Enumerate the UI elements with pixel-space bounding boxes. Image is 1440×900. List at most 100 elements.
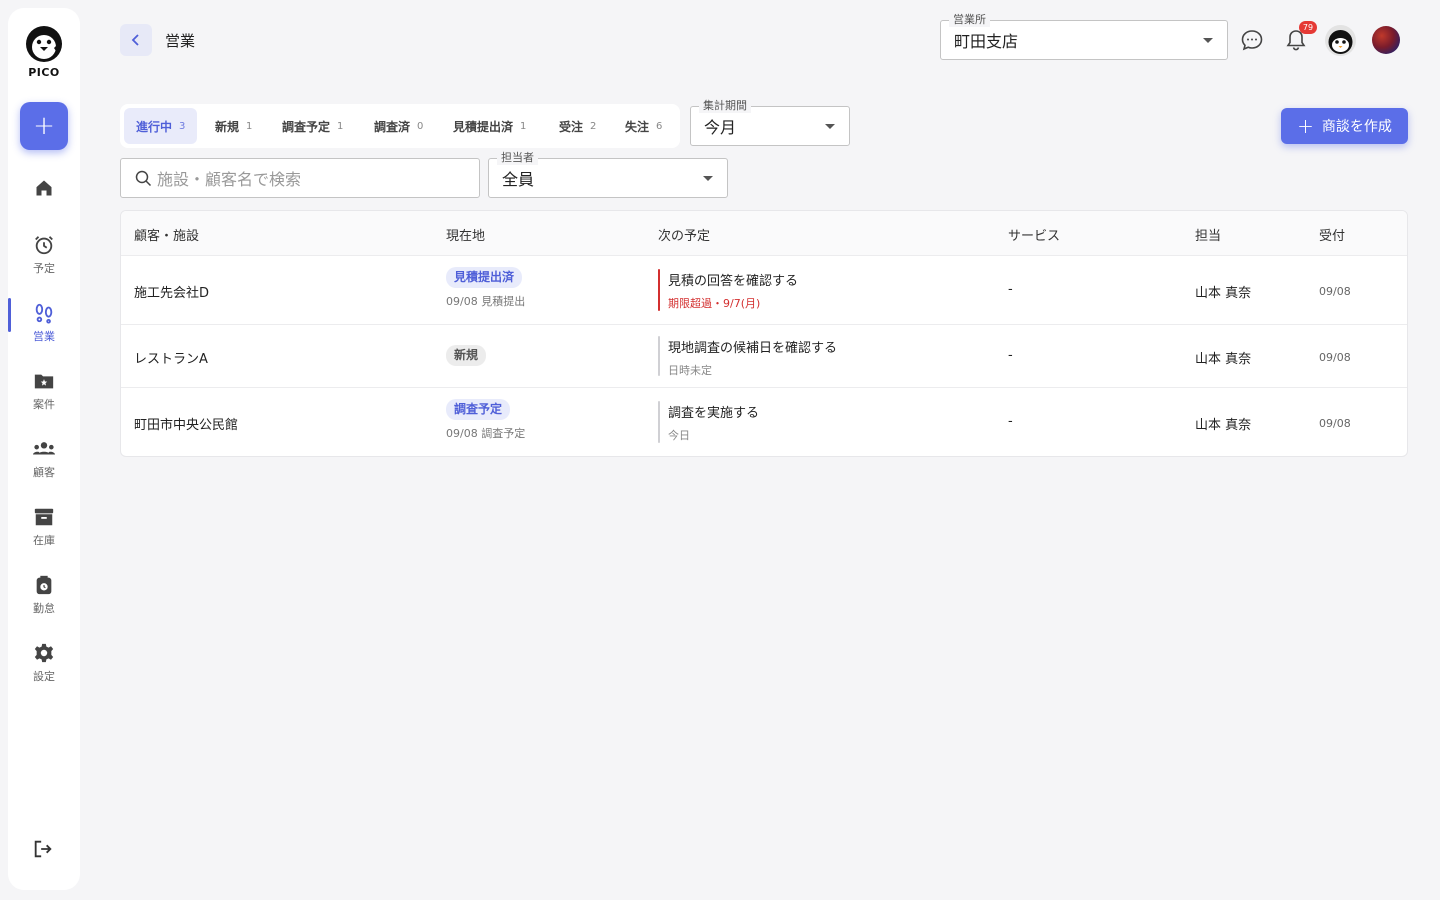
penguin-avatar-icon [1328, 30, 1353, 54]
assignee-select-value: 全員 [502, 170, 535, 189]
tab-surveyed[interactable]: 調査済 0 [362, 108, 435, 144]
logo-text: PICO [28, 66, 60, 79]
sidebar-item-settings[interactable]: 設定 [8, 642, 80, 684]
next-task-due: 日時未定 [668, 364, 712, 377]
sidebar-item-label: 勤怠 [33, 602, 55, 615]
footprints-icon [35, 303, 53, 324]
sidebar-item-home[interactable] [8, 178, 80, 198]
service-value: - [1008, 414, 1013, 429]
tab-count: 6 [656, 120, 663, 132]
period-select-value: 今月 [704, 118, 737, 137]
quick-add-button[interactable]: + [20, 102, 68, 150]
tab-won[interactable]: 受注 2 [547, 108, 608, 144]
assignee-select[interactable]: 担当者 全員 [488, 151, 728, 198]
owner-name: 山本 真奈 [1195, 418, 1252, 433]
tab-count: 3 [179, 120, 186, 132]
search-box [120, 158, 480, 198]
tab-label: 調査予定 [282, 119, 331, 134]
penguin-avatar[interactable] [1325, 25, 1356, 56]
user-avatar[interactable] [1372, 26, 1400, 54]
tab-count: 1 [520, 120, 527, 132]
tab-count: 0 [417, 120, 424, 132]
status-tabs: 進行中 3 新規 1 調査予定 1 調査済 0 見積提出済 1 受注 2 失注 6 [120, 104, 680, 148]
period-select-label: 集計期間 [699, 99, 751, 113]
timecard-icon [36, 575, 52, 595]
customer-name: レストランA [134, 352, 208, 367]
chat-bubble-icon [1241, 30, 1263, 51]
next-task-cell: 現地調査の候補日を確認する 日時未定 [668, 337, 837, 378]
table-row[interactable]: 施工先会社D 見積提出済 09/08 見積提出 見積の回答を確認する 期限超過・… [121, 256, 1407, 325]
next-task-title: 見積の回答を確認する [668, 274, 799, 289]
status-cell: 調査予定 09/08 調査予定 [446, 399, 525, 441]
tab-lost[interactable]: 失注 6 [613, 108, 674, 144]
column-header-received[interactable]: 受付 [1319, 225, 1345, 244]
column-header-status[interactable]: 現在地 [446, 225, 485, 244]
sidebar-item-projects[interactable]: 案件 [8, 370, 80, 412]
sidebar-item-label: 顧客 [33, 466, 55, 479]
assignee-select-label: 担当者 [497, 151, 538, 165]
status-subtext: 09/08 見積提出 [446, 295, 526, 308]
sidebar-item-sales[interactable]: 営業 [8, 302, 80, 344]
received-date: 09/08 [1319, 351, 1351, 364]
sidebar-item-label: 案件 [33, 398, 55, 411]
next-task-title: 調査を実施する [668, 406, 760, 421]
next-task-cell: 調査を実施する 今日 [668, 402, 759, 443]
overdue-indicator [658, 269, 660, 311]
table-row[interactable]: 町田市中央公民館 調査予定 09/08 調査予定 調査を実施する 今日 - 山本… [121, 388, 1407, 456]
sidebar-item-schedule[interactable]: 予定 [8, 234, 80, 276]
sidebar-item-inventory[interactable]: 在庫 [8, 506, 80, 548]
table-row[interactable]: レストランA 新規 現地調査の候補日を確認する 日時未定 - 山本 真奈 09/… [121, 325, 1407, 388]
back-button[interactable] [120, 24, 152, 56]
next-task-cell: 見積の回答を確認する 期限超過・9/7(月) [668, 270, 798, 311]
sidebar-item-label: 予定 [33, 262, 55, 275]
chevron-down-icon [703, 176, 713, 181]
chevron-down-icon [1203, 38, 1213, 43]
logout-icon [34, 840, 52, 858]
schedule-indicator [658, 401, 660, 443]
tab-label: 失注 [625, 119, 650, 134]
sidebar-item-attendance[interactable]: 勤怠 [8, 574, 80, 616]
status-cell: 見積提出済 09/08 見積提出 [446, 267, 525, 309]
sidebar-item-customers[interactable]: 顧客 [8, 438, 80, 480]
chevron-left-icon [131, 34, 139, 46]
archive-box-icon [34, 508, 54, 526]
office-select-value: 町田支店 [954, 32, 1019, 51]
search-input[interactable] [157, 167, 467, 191]
tab-in-progress[interactable]: 進行中 3 [124, 108, 198, 144]
penguin-logo-icon [26, 26, 62, 62]
tab-survey-scheduled[interactable]: 調査予定 1 [270, 108, 355, 144]
owner-name: 山本 真奈 [1195, 352, 1252, 367]
received-date: 09/08 [1319, 285, 1351, 298]
tab-label: 新規 [215, 119, 240, 134]
column-header-service[interactable]: サービス [1008, 225, 1060, 244]
chat-button[interactable] [1240, 28, 1264, 56]
sidebar-item-label: 在庫 [33, 534, 55, 547]
status-subtext: 09/08 調査予定 [446, 427, 526, 440]
column-header-owner[interactable]: 担当 [1195, 225, 1221, 244]
chevron-down-icon [825, 124, 835, 129]
logout-button[interactable] [32, 838, 54, 864]
folder-star-icon [34, 374, 54, 389]
column-header-customer[interactable]: 顧客・施設 [134, 225, 199, 244]
status-badge: 見積提出済 [446, 267, 523, 288]
tab-count: 1 [337, 120, 344, 132]
tab-new[interactable]: 新規 1 [203, 108, 264, 144]
column-header-next[interactable]: 次の予定 [658, 225, 710, 244]
pico-logo[interactable]: PICO [8, 24, 80, 79]
tab-quote-submitted[interactable]: 見積提出済 1 [441, 108, 538, 144]
owner-name: 山本 真奈 [1195, 286, 1252, 301]
home-icon [36, 180, 52, 196]
next-task-due: 期限超過・9/7(月) [668, 297, 761, 310]
tab-count: 2 [590, 120, 597, 132]
customer-name: 施工先会社D [134, 286, 210, 301]
next-task-due: 今日 [668, 429, 690, 442]
status-badge: 新規 [446, 345, 487, 366]
group-icon [33, 442, 55, 455]
create-deal-button[interactable]: + 商談を作成 [1281, 108, 1408, 144]
tab-count: 1 [246, 120, 253, 132]
tab-label: 見積提出済 [453, 119, 514, 134]
service-value: - [1008, 282, 1013, 297]
plus-icon: + [1297, 114, 1314, 138]
office-select[interactable]: 営業所 町田支店 [940, 13, 1228, 60]
period-select[interactable]: 集計期間 今月 [690, 99, 850, 146]
